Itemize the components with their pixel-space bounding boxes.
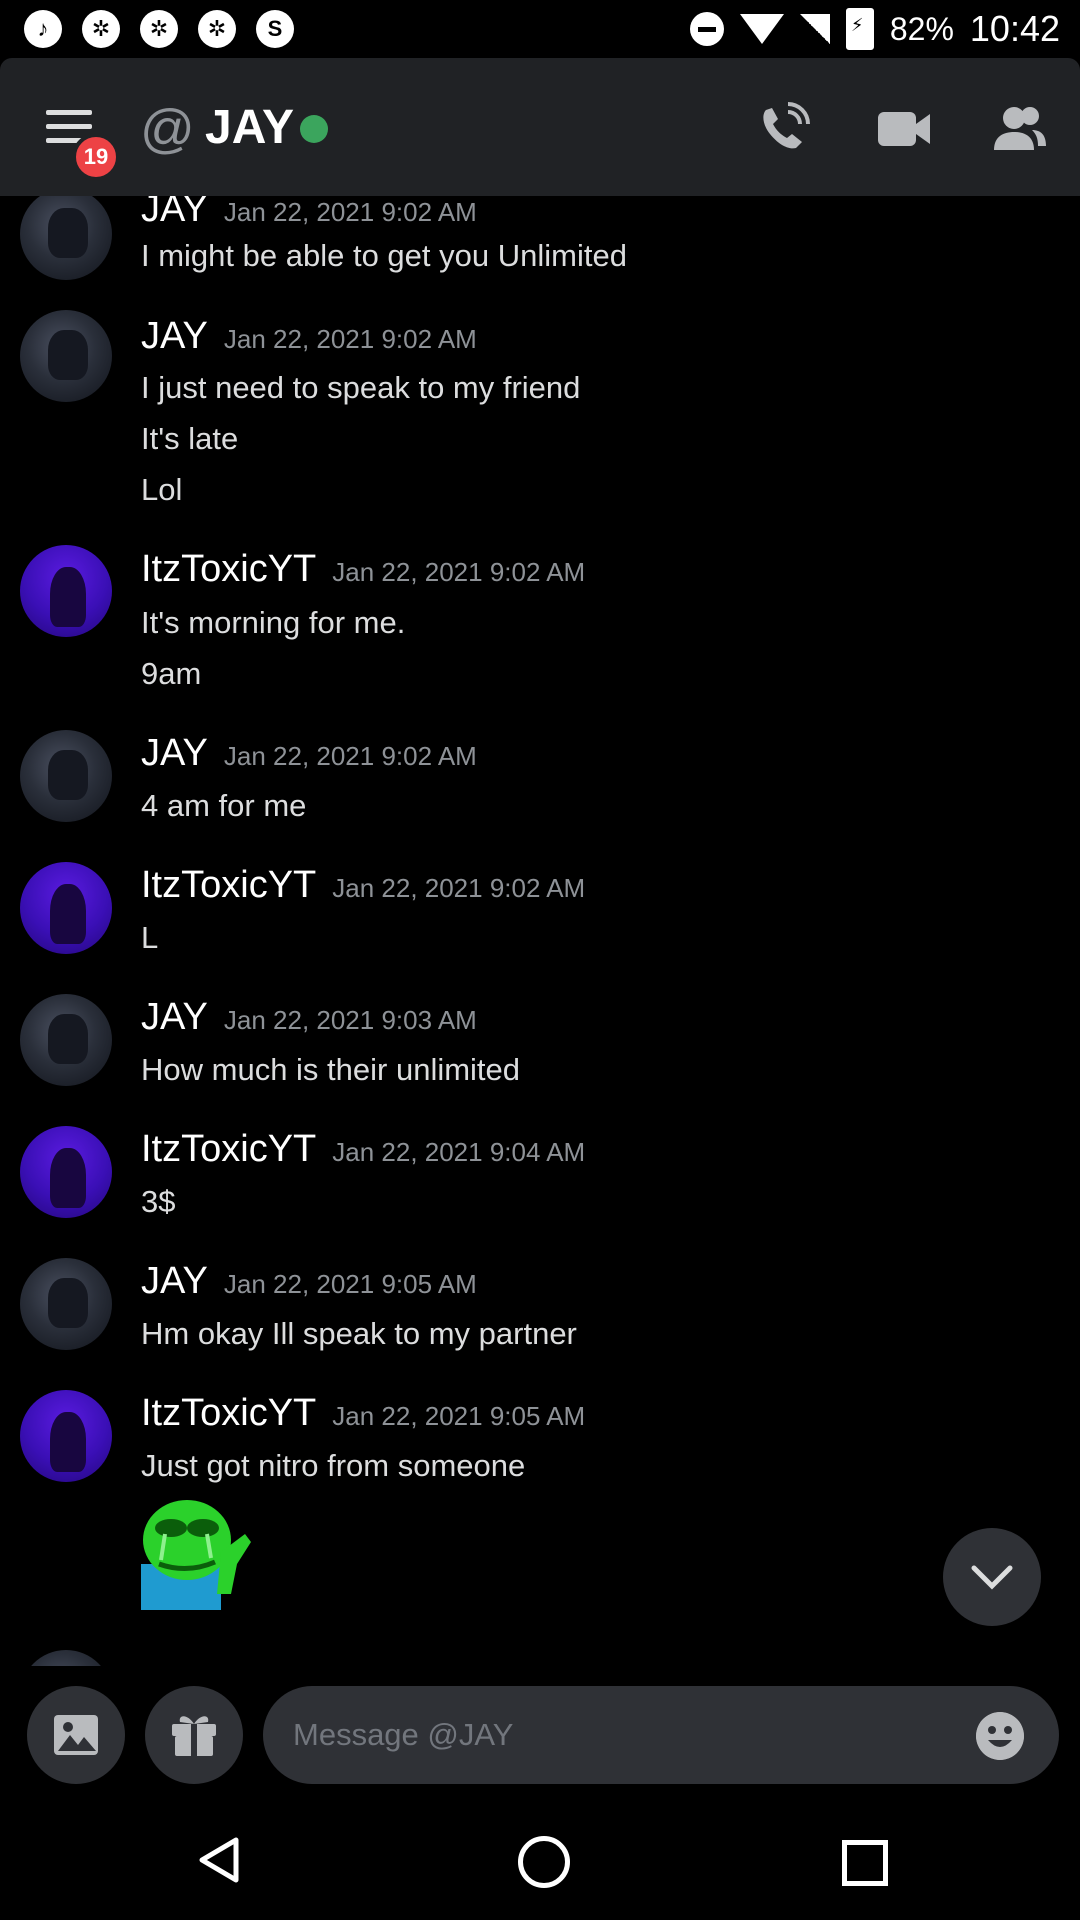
timestamp: Jan 22, 2021 9:03 AM: [223, 1005, 477, 1035]
message-text: 4 am for me: [141, 788, 307, 823]
back-icon[interactable]: [196, 1836, 242, 1884]
recent-apps-icon[interactable]: [842, 1840, 888, 1886]
message-composer: [0, 1666, 1080, 1806]
message-header: JAY Jan 22, 2021 9:02 AM: [141, 732, 477, 775]
system-nav-bar: [0, 1806, 1080, 1920]
online-status-icon: [300, 115, 328, 143]
author-name[interactable]: JAY: [141, 1260, 208, 1302]
timestamp: Jan 22, 2021 9:02 AM: [223, 324, 477, 354]
message-header: JAY Jan 22, 2021 9:02 AM: [141, 315, 477, 358]
shazam-icon: S: [256, 10, 294, 48]
message-header: ItzToxicYT Jan 22, 2021 9:02 AM: [141, 548, 585, 591]
voice-call-icon[interactable]: [756, 102, 812, 156]
jump-to-bottom-button[interactable]: [943, 1528, 1041, 1626]
battery-percent: 82%: [889, 10, 954, 47]
avatar[interactable]: [20, 1390, 112, 1482]
timestamp: Jan 22, 2021 9:04 AM: [332, 1137, 586, 1167]
message-header: ItzToxicYT Jan 22, 2021 9:05 AM: [141, 1392, 585, 1435]
battery-icon: [845, 8, 874, 50]
message-text: I might be able to get you Unlimited: [141, 238, 627, 273]
message-text: It's morning for me.: [141, 605, 406, 640]
gift-button[interactable]: [145, 1686, 243, 1784]
timestamp: Jan 22, 2021 9:02 AM: [223, 197, 477, 227]
aperture-icon: ✲: [82, 10, 120, 48]
message-text: It's late: [141, 421, 239, 456]
message-text: Just got nitro from someone: [141, 1448, 526, 1483]
timestamp: Jan 22, 2021 9:02 AM: [223, 741, 477, 771]
message-header: JAY Jan 22, 2021 9:03 AM: [141, 996, 477, 1039]
signal-icon: [799, 14, 830, 44]
message-text: How much is their unlimited: [141, 1052, 521, 1087]
avatar[interactable]: [20, 1126, 112, 1218]
author-name[interactable]: JAY: [141, 196, 208, 230]
message-header: JAY Jan 22, 2021 9:05 AM: [141, 1260, 477, 1303]
members-icon[interactable]: [992, 102, 1048, 156]
message-header: ItzToxicYT Jan 22, 2021 9:02 AM: [141, 864, 585, 907]
clock: 10:42: [969, 8, 1060, 49]
message-text: I just need to speak to my friend: [141, 370, 581, 405]
system-status: 82% 10:42: [689, 8, 1060, 50]
timestamp: Jan 22, 2021 9:02 AM: [332, 557, 586, 587]
attach-image-button[interactable]: [27, 1686, 125, 1784]
message-text: L: [141, 920, 159, 955]
author-name[interactable]: JAY: [141, 732, 208, 774]
avatar[interactable]: [20, 994, 112, 1086]
author-name[interactable]: ItzToxicYT: [141, 864, 316, 906]
channel-title[interactable]: JAY: [205, 100, 294, 155]
aperture-icon: ✲: [198, 10, 236, 48]
message-text: 3$: [141, 1184, 176, 1219]
author-name[interactable]: JAY: [141, 315, 208, 357]
aperture-icon: ✲: [140, 10, 178, 48]
pepe-crying-emoji[interactable]: [141, 1494, 257, 1610]
emoji-icon[interactable]: [976, 1712, 1024, 1760]
message-text: 9am: [141, 656, 202, 691]
message-text: Lol: [141, 472, 183, 507]
avatar[interactable]: [20, 310, 112, 402]
avatar[interactable]: [20, 862, 112, 954]
chevron-down-icon: [971, 1565, 1013, 1590]
avatar[interactable]: [20, 545, 112, 637]
status-bar: ♪ ✲ ✲ ✲ S 82% 10:42: [0, 0, 1080, 58]
wifi-icon: [739, 14, 784, 44]
message-header: ItzToxicYT Jan 22, 2021 9:04 AM: [141, 1128, 585, 1171]
author-name[interactable]: ItzToxicYT: [141, 1392, 316, 1434]
gift-icon: [172, 1716, 216, 1756]
home-icon[interactable]: [518, 1836, 570, 1888]
video-call-icon[interactable]: [876, 102, 932, 156]
do-not-disturb-icon: [689, 12, 724, 46]
message-header: JAY Jan 22, 2021 9:02 AM: [141, 196, 477, 231]
author-name[interactable]: ItzToxicYT: [141, 1128, 316, 1170]
channel-header: 19 @ JAY: [0, 58, 1080, 196]
author-name[interactable]: JAY: [141, 996, 208, 1038]
message-list[interactable]: JAY Jan 22, 2021 9:02 AM I might be able …: [0, 196, 1080, 1666]
timestamp: Jan 22, 2021 9:05 AM: [332, 1401, 586, 1431]
timestamp: Jan 22, 2021 9:05 AM: [223, 1269, 477, 1299]
avatar[interactable]: [20, 1650, 112, 1666]
avatar[interactable]: [20, 196, 112, 280]
music-note-icon: ♪: [24, 10, 62, 48]
timestamp: Jan 22, 2021 9:02 AM: [332, 873, 586, 903]
at-icon: @: [140, 99, 195, 159]
message-text: Hm okay Ill speak to my partner: [141, 1316, 577, 1351]
avatar[interactable]: [20, 730, 112, 822]
avatar[interactable]: [20, 1258, 112, 1350]
message-input[interactable]: [263, 1686, 1059, 1784]
notification-badge: 19: [72, 133, 120, 181]
notification-icons: ♪ ✲ ✲ ✲ S: [24, 10, 294, 48]
author-name[interactable]: ItzToxicYT: [141, 548, 316, 590]
image-icon: [54, 1715, 98, 1755]
